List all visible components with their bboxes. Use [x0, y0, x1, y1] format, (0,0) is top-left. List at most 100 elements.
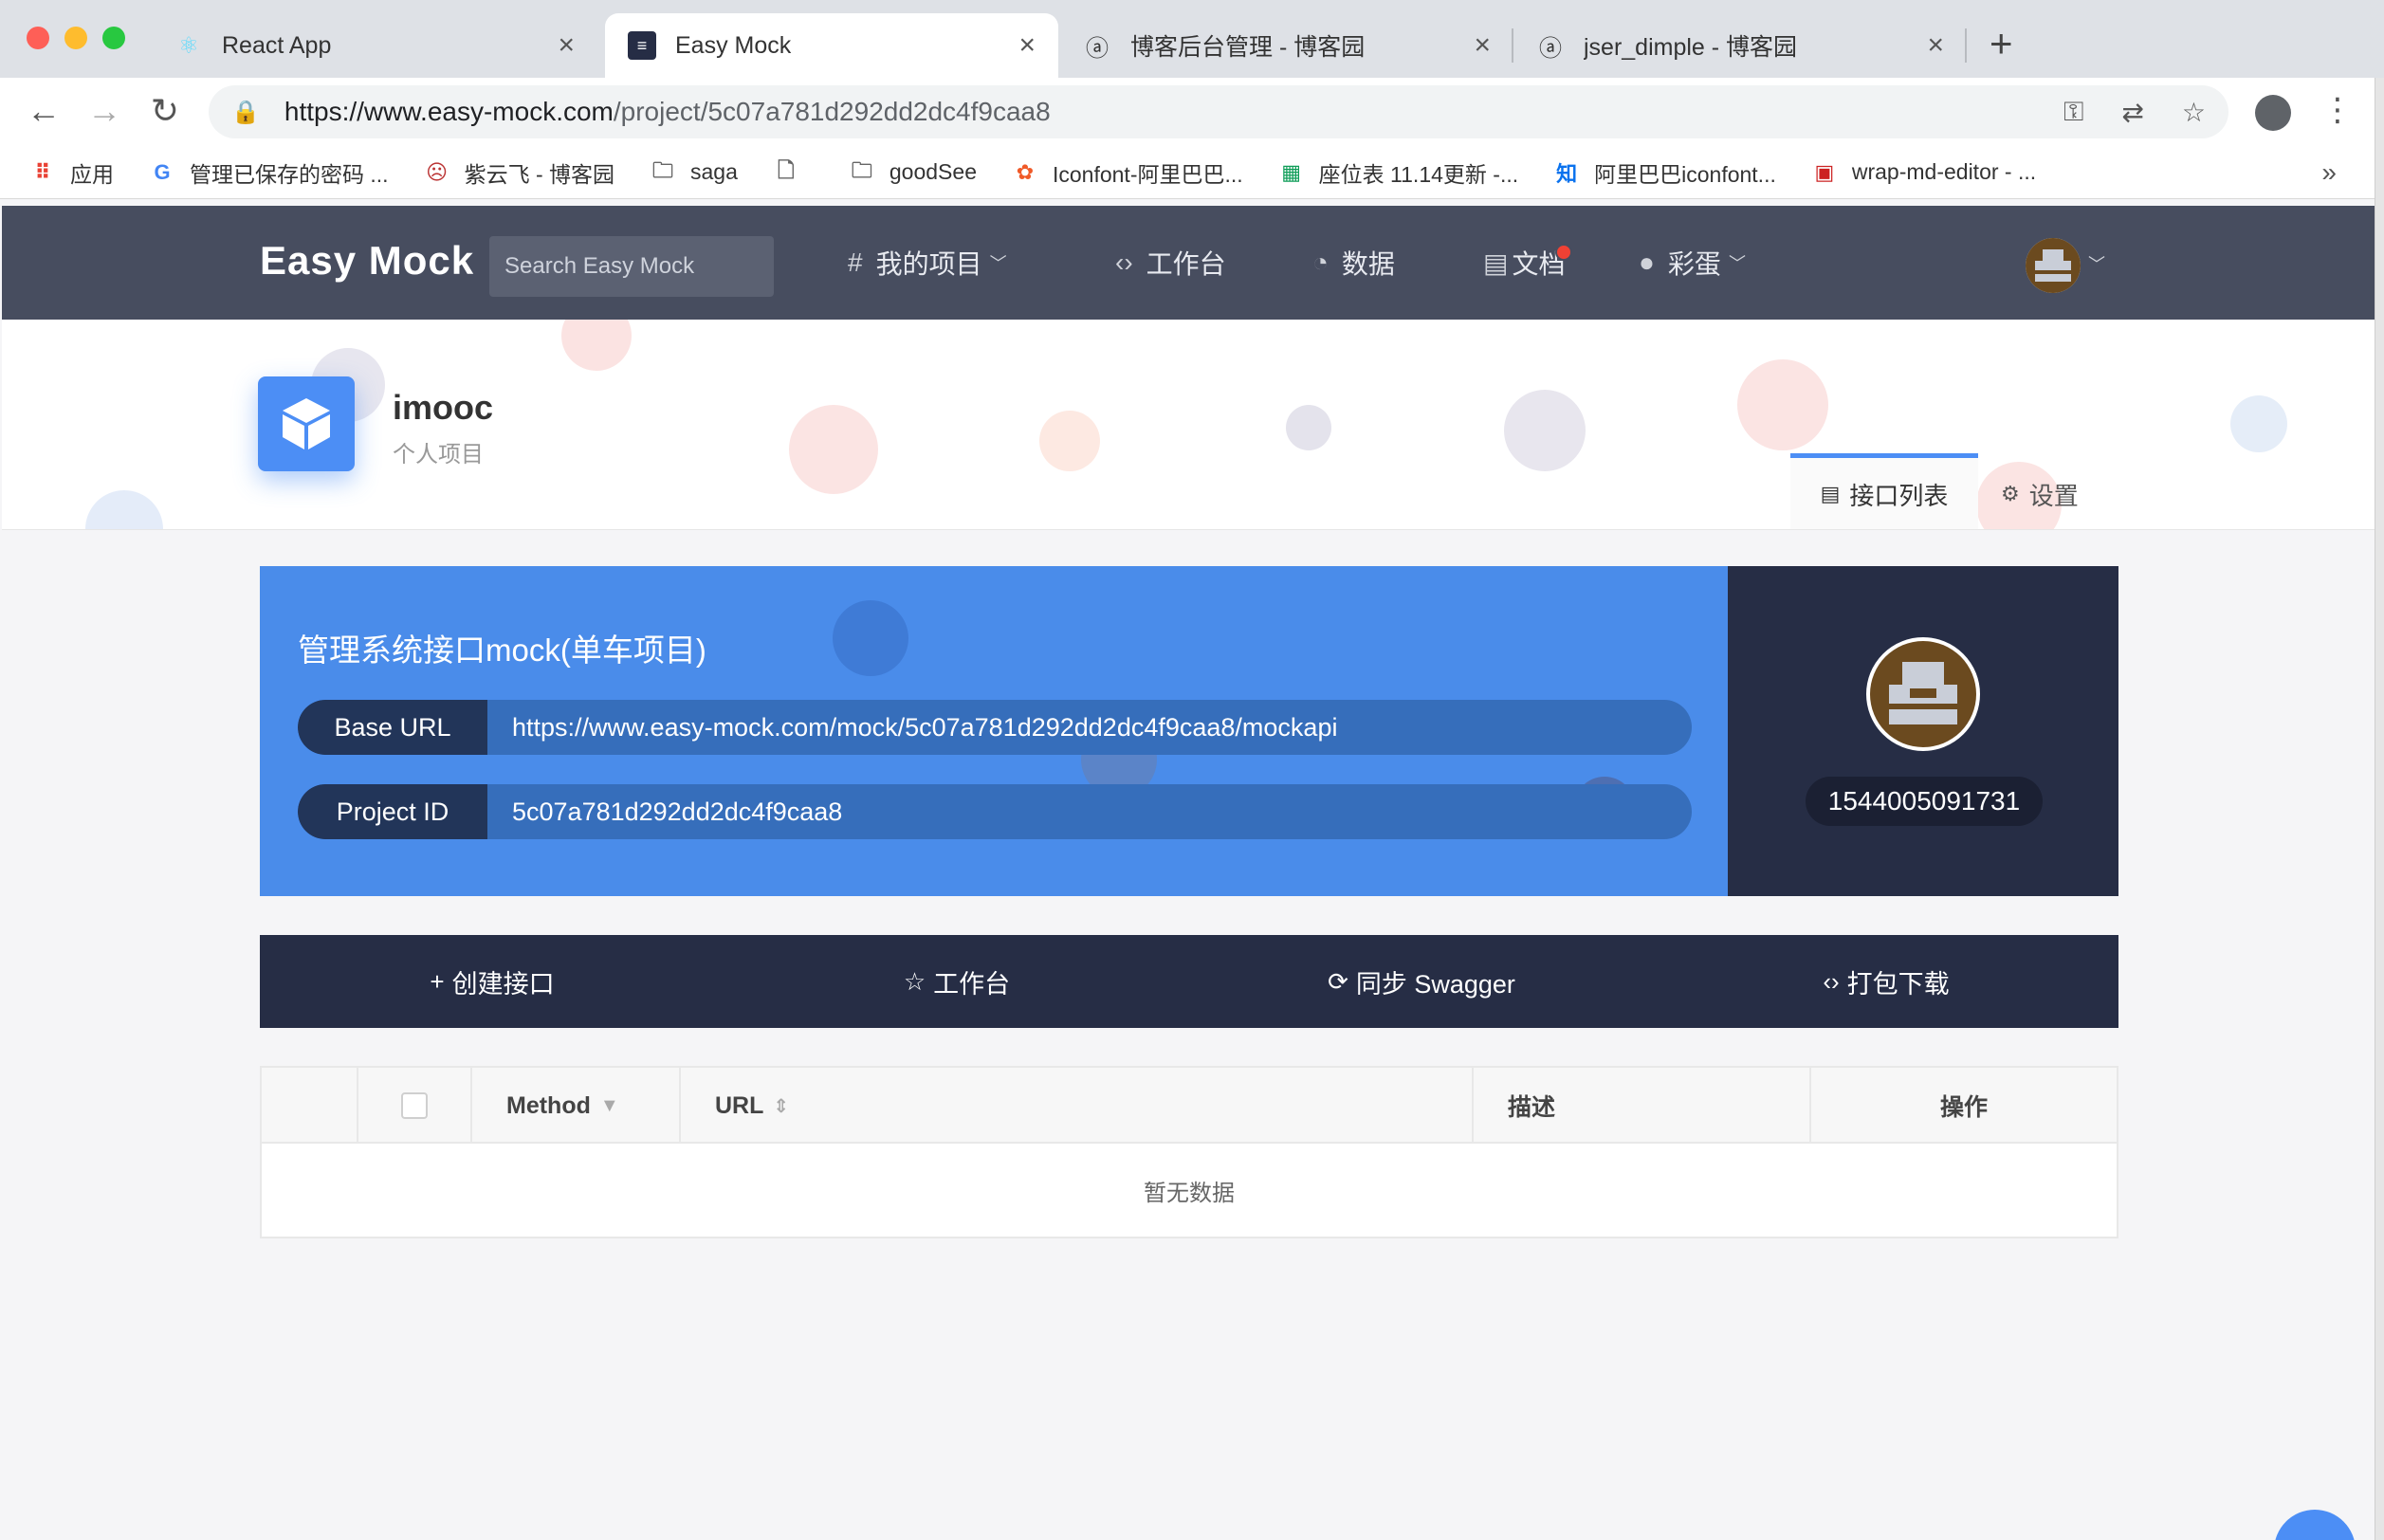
bookmark-item[interactable]: 🗀 goodSee — [848, 158, 977, 187]
bookmark-label: 座位表 11.14更新 -... — [1318, 161, 1519, 187]
back-icon[interactable]: ← — [23, 91, 64, 131]
download-button[interactable]: ‹› 打包下载 — [1654, 963, 2118, 1000]
bookmark-item[interactable]: 知阿里巴巴iconfont... — [1552, 156, 1776, 189]
notification-dot — [1555, 244, 1572, 261]
address-bar[interactable]: 🔒 https://www.easy-mock.com/project/5c07… — [209, 85, 2228, 138]
project-id-row[interactable]: Project ID 5c07a781d292dd2dc4f9caa8 — [298, 784, 1692, 839]
key-icon[interactable]: ⚿ — [2063, 97, 2083, 128]
project-type: 个人项目 — [393, 442, 484, 468]
close-icon[interactable]: × — [1927, 29, 1944, 62]
bookmark-item[interactable]: ✿ Iconfont-阿里巴巴... — [1011, 156, 1243, 189]
create-api-button[interactable]: + 创建接口 — [260, 963, 724, 1000]
tab-react-app[interactable]: ⚛ React App × — [152, 13, 597, 78]
base-url-value[interactable]: https://www.easy-mock.com/mock/5c07a781d… — [487, 713, 1337, 742]
workbench-button[interactable]: ☆ 工作台 — [724, 963, 1189, 1000]
bookmarks-bar: ⠿ 应用 G 管理已保存的密码 ... ☹ 紫云飞 - 博客园 🗀 saga 🗋 🗀 goodSee… — [0, 146, 2384, 199]
forward-icon[interactable]: → — [83, 91, 125, 131]
chevron-down-icon: ﹀ — [989, 254, 1007, 273]
url-text[interactable]: https://www.easy-mock.com/project/5c07a7… — [284, 97, 2063, 127]
empty-state: 暂无数据 — [1144, 1180, 1235, 1206]
minimize-window-button[interactable] — [64, 27, 87, 49]
code-icon: ‹› — [1823, 966, 1840, 996]
window-edge — [2375, 78, 2384, 1540]
nav-label: 彩蛋 — [1667, 249, 1721, 279]
base-url-row[interactable]: Base URL https://www.easy-mock.com/mock/… — [298, 700, 1692, 755]
api-table: Method ▼ URL ⇕ 描述 操作 暂无数据 — [260, 1066, 2118, 1238]
select-all-checkbox[interactable] — [401, 1092, 428, 1119]
bookmark-item[interactable]: 🗀 saga — [649, 158, 738, 187]
iconfont-icon: ✿ — [1016, 159, 1035, 184]
star-icon[interactable]: ☆ — [2182, 97, 2206, 128]
tab-title: 博客后台管理 - 博客园 — [1130, 34, 1366, 61]
bookmark-item[interactable]: ▣ wrap-md-editor - ... — [1810, 158, 2036, 187]
app-logo[interactable]: Easy Mock — [260, 238, 474, 284]
nav-docs[interactable]: ▤ 文档 — [1483, 244, 1565, 282]
tab-api-list[interactable]: ▤ 接口列表 — [1790, 453, 1978, 529]
bookmark-label: 管理已保存的密码 ... — [190, 161, 389, 187]
zhihu-icon: 知 — [1556, 161, 1578, 186]
profile-icon[interactable] — [2255, 95, 2291, 131]
book-icon: ▤ — [1483, 248, 1509, 278]
bookmark-label: 应用 — [70, 161, 114, 187]
maximize-window-button[interactable] — [102, 27, 125, 49]
tab-cnblogs-user[interactable]: ⓐ jser_dimple - 博客园 × — [1513, 13, 1967, 78]
star-icon: ☆ — [903, 966, 926, 996]
decor-bubble — [1737, 359, 1828, 450]
action-label: 打包下载 — [1846, 969, 1950, 999]
translate-icon[interactable]: ⇄ — [2121, 97, 2143, 128]
close-icon[interactable]: × — [1474, 29, 1491, 62]
filter-icon[interactable]: ▼ — [600, 1095, 619, 1117]
bookmarks-more-icon[interactable]: » — [2321, 157, 2337, 188]
project-name: imooc — [393, 388, 494, 427]
floating-action-button[interactable] — [2274, 1510, 2356, 1540]
bookmark-item[interactable]: ☹ 紫云飞 - 博客园 — [423, 156, 614, 189]
sort-icon[interactable]: ⇕ — [773, 1094, 789, 1118]
search-input[interactable] — [489, 236, 774, 297]
decor-bubble — [1286, 405, 1331, 450]
plus-icon: + — [430, 966, 445, 996]
avatar[interactable] — [2026, 238, 2081, 293]
tab-title: Easy Mock — [675, 31, 792, 59]
action-bar: + 创建接口 ☆ 工作台 ⟳ 同步 Swagger ‹› 打包下载 — [260, 935, 2118, 1028]
tab-separator — [1965, 28, 1967, 63]
hash-icon: # — [848, 248, 863, 277]
method-column-header[interactable]: Method ▼ — [472, 1068, 681, 1144]
nav-easter-egg[interactable]: ● 彩蛋 ﹀ — [1639, 244, 1746, 282]
avatar[interactable] — [1866, 637, 1980, 751]
lock-icon: 🔒 — [231, 99, 260, 125]
tab-settings[interactable]: ⚙ 设置 — [2001, 458, 2079, 529]
nav-data[interactable]: ◔ 数据 — [1312, 244, 1395, 282]
code-icon: ‹› — [1115, 248, 1133, 277]
chevron-down-icon[interactable]: ﹀ — [2088, 251, 2105, 276]
bookmark-label: Iconfont-阿里巴巴... — [1052, 161, 1243, 187]
bookmark-item[interactable]: G 管理已保存的密码 ... — [148, 156, 389, 189]
gear-icon: ⚙ — [2001, 482, 2020, 505]
new-tab-button[interactable]: + — [1990, 21, 2013, 66]
bookmark-item[interactable]: ⠿ 应用 — [28, 156, 114, 189]
pixel-avatar-icon — [2026, 238, 2081, 293]
nav-my-projects[interactable]: # 我的项目 ﹀ — [848, 244, 1007, 282]
nav-label: 我的项目 — [875, 249, 982, 279]
react-icon: ⚛ — [178, 32, 199, 59]
sync-swagger-button[interactable]: ⟳ 同步 Swagger — [1189, 963, 1654, 1000]
url-path: /project/5c07a781d292dd2dc4f9caa8 — [613, 97, 1051, 126]
url-column-header[interactable]: URL ⇕ — [681, 1068, 1474, 1144]
tab-label: 设置 — [2028, 481, 2079, 510]
close-icon[interactable]: × — [1018, 29, 1036, 62]
url-host: https://www.easy-mock.com — [284, 97, 614, 126]
action-label: 工作台 — [933, 969, 1011, 999]
menu-icon[interactable]: ⋮ — [2321, 91, 2354, 129]
project-id-value[interactable]: 5c07a781d292dd2dc4f9caa8 — [487, 798, 842, 827]
browser-tab-bar: ⚛ React App × ≡ Easy Mock × ⓐ 博客后台管理 - 博… — [0, 0, 2384, 78]
bookmark-item[interactable]: 🗋 — [772, 158, 814, 187]
bookmark-item[interactable]: ▦ 座位表 11.14更新 -... — [1277, 156, 1518, 189]
nav-workbench[interactable]: ‹› 工作台 — [1115, 244, 1226, 282]
folder-icon: 🗀 — [652, 157, 674, 182]
reload-icon[interactable]: ↻ — [144, 91, 186, 131]
tab-cnblogs-admin[interactable]: ⓐ 博客后台管理 - 博客园 × — [1060, 13, 1513, 78]
decor-bubble — [833, 600, 908, 676]
tab-easy-mock[interactable]: ≡ Easy Mock × — [605, 13, 1058, 78]
close-window-button[interactable] — [27, 27, 49, 49]
close-icon[interactable]: × — [558, 29, 575, 62]
select-column-header — [358, 1068, 472, 1144]
